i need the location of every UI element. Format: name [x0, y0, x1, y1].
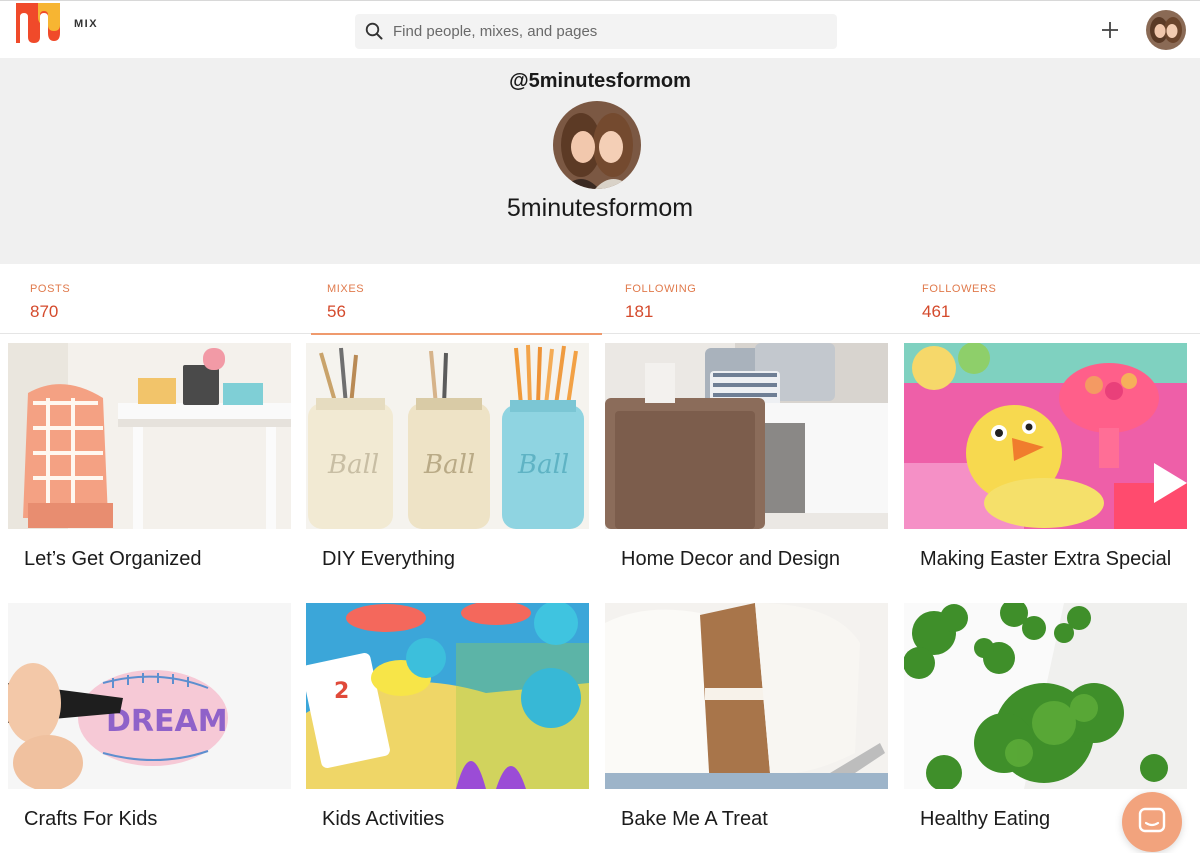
profile-handle: @5minutesformom — [509, 70, 691, 92]
svg-text:Ball: Ball — [423, 450, 475, 480]
mix-thumbnail-bedroom — [605, 343, 888, 529]
mix-thumbnail-jars: Ball Ball Ball — [306, 343, 589, 529]
svg-text:Ball: Ball — [327, 450, 379, 480]
plus-icon[interactable] — [1100, 20, 1120, 40]
mix-card-title: Let’s Get Organized — [24, 548, 202, 570]
mix-card[interactable]: Bake Me A Treat — [605, 603, 888, 853]
profile-stats-tabs: POSTS 870 MIXES 56 FOLLOWING 181 FOLLOWE… — [0, 264, 1200, 335]
search-bar[interactable] — [355, 14, 837, 49]
profile-avatar — [553, 101, 641, 189]
mix-card[interactable]: Ball Ball Ball DIY Everything — [306, 343, 589, 593]
svg-text:Ball: Ball — [517, 450, 569, 480]
mix-card-title: Kids Activities — [322, 808, 445, 830]
search-input[interactable] — [393, 14, 823, 49]
top-nav: MIX — [0, 0, 1200, 58]
svg-text:2: 2 — [334, 679, 349, 704]
tab-followers-label: FOLLOWERS — [922, 283, 997, 295]
mix-thumbnail-rock: DREAM — [8, 603, 291, 789]
mix-thumbnail-easter — [904, 343, 1187, 529]
tab-followers-count: 461 — [922, 302, 951, 321]
tab-posts-count: 870 — [30, 302, 59, 321]
mix-thumbnail-playdough: 2 — [306, 603, 589, 789]
mix-card-title: Making Easter Extra Special — [920, 548, 1172, 570]
mix-card-title: Bake Me A Treat — [621, 808, 768, 830]
mix-thumbnail-kale — [904, 603, 1187, 789]
tab-following-count: 181 — [625, 302, 654, 321]
mix-card[interactable]: Home Decor and Design — [605, 343, 888, 593]
profile-display-name: 5minutesformom — [506, 194, 694, 222]
tab-posts-label: POSTS — [30, 283, 71, 295]
mix-card[interactable]: Let’s Get Organized — [8, 343, 291, 593]
tab-following[interactable]: FOLLOWING 181 — [625, 264, 900, 334]
mix-logo-icon[interactable] — [16, 3, 60, 43]
tab-mixes-count: 56 — [327, 302, 346, 321]
tab-mixes[interactable]: MIXES 56 — [311, 264, 602, 335]
mix-card[interactable]: Making Easter Extra Special — [904, 343, 1187, 593]
search-icon — [365, 22, 383, 40]
svg-text:DREAM: DREAM — [106, 704, 228, 739]
mix-thumbnail-office — [8, 343, 291, 529]
mix-card-title: DIY Everything — [322, 548, 456, 570]
user-avatar[interactable] — [1146, 10, 1186, 50]
mix-card-title: Healthy Eating — [920, 808, 1051, 830]
tab-posts[interactable]: POSTS 870 — [30, 264, 305, 334]
mix-card-title: Crafts For Kids — [24, 808, 158, 830]
mix-card[interactable]: DREAM Crafts For Kids — [8, 603, 291, 853]
tab-followers[interactable]: FOLLOWERS 461 — [922, 264, 1197, 334]
mix-card-title: Home Decor and Design — [621, 548, 840, 570]
chat-launcher-button[interactable] — [1122, 792, 1182, 852]
mix-thumbnail-cake — [605, 603, 888, 789]
brand-name: MIX — [74, 18, 99, 30]
tab-following-label: FOLLOWING — [625, 283, 697, 295]
profile-header: @5minutesformom 5minutesformom — [0, 58, 1200, 264]
mix-card[interactable]: 2 Kids Activities — [306, 603, 589, 853]
tab-mixes-label: MIXES — [327, 283, 365, 295]
